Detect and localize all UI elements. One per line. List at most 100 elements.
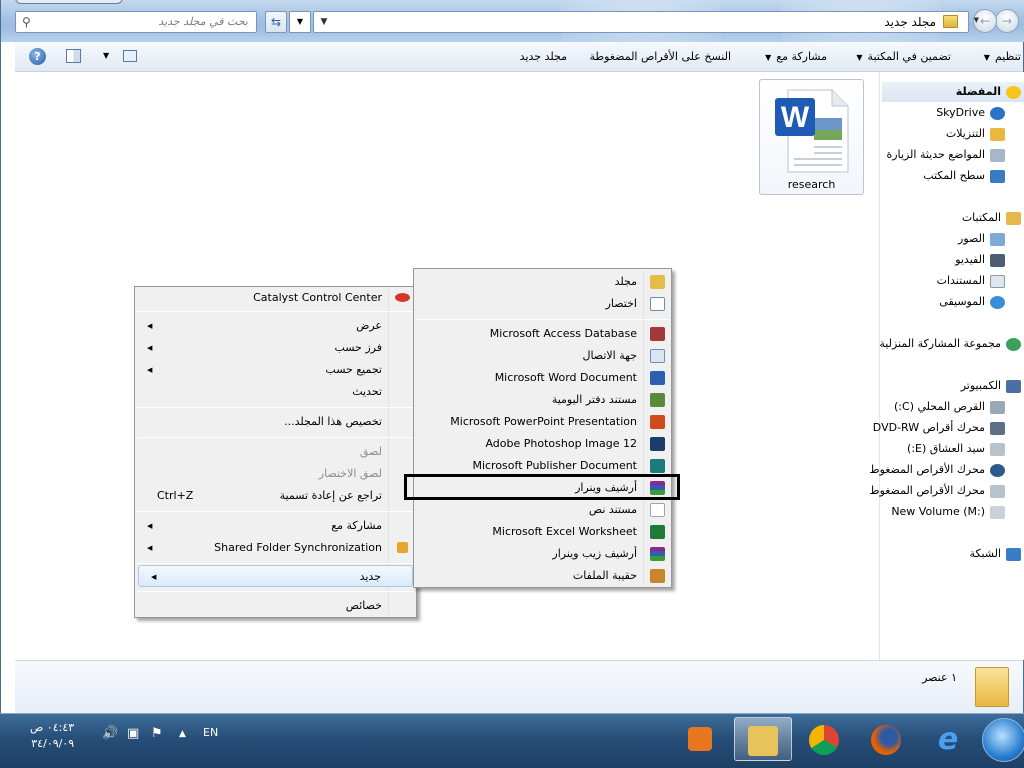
file-item-research[interactable]: W research <box>759 79 864 195</box>
menu-item-new[interactable]: جديد ◀ <box>138 565 413 587</box>
start-button[interactable] <box>982 718 1024 762</box>
menu-item-customize-folder[interactable]: تخصيص هذا المجلد... <box>135 411 416 433</box>
nav-local-disk[interactable]: القرص المحلي (C:) <box>894 398 1005 416</box>
address-path[interactable]: مجلد جديد <box>884 15 936 29</box>
recent-pages-dropdown[interactable]: ▼ <box>974 16 979 24</box>
search-icon[interactable]: ⚲ <box>22 15 31 29</box>
word-icon <box>650 371 665 385</box>
menu-item-paste[interactable]: لصق <box>135 441 416 463</box>
menu-item-group-by[interactable]: تجميع حسب ◀ <box>135 359 416 381</box>
nav-dvd-rw[interactable]: محرك أقراص DVD-RW <box>873 419 1005 437</box>
nav-network[interactable]: الشبكة <box>969 545 1021 563</box>
menu-item-properties[interactable]: خصائص <box>135 595 416 617</box>
address-bar[interactable]: ▼ مجلد جديد <box>313 11 969 33</box>
organize-button[interactable]: تنظيم ▼ <box>984 50 1021 63</box>
new-photoshop-item[interactable]: Adobe Photoshop Image 12 <box>414 433 671 455</box>
nav-documents-label: المستندات <box>936 274 985 287</box>
volume-icon[interactable]: 🔊 <box>102 726 118 741</box>
nav-computer[interactable]: الكمبيوتر <box>961 377 1021 395</box>
nav-skydrive[interactable]: SkyDrive <box>936 104 1005 122</box>
taskbar-internet-explorer[interactable]: e <box>920 717 976 761</box>
action-center-flag-icon[interactable]: ⚑ <box>151 726 163 741</box>
window-controls[interactable] <box>15 0 123 4</box>
show-hidden-icons-icon[interactable]: ▲ <box>179 729 186 739</box>
taskbar-firefox[interactable] <box>858 717 914 761</box>
network-tray-icon[interactable]: ▣ <box>127 726 139 741</box>
menu-item-label: جديد <box>359 570 381 583</box>
new-contact-item[interactable]: جهة الاتصال <box>414 345 671 367</box>
menu-item-sort-by[interactable]: فرز حسب ◀ <box>135 337 416 359</box>
new-folder-button[interactable]: مجلد جديد <box>520 50 567 63</box>
nav-downloads-label: التنزيلات <box>945 127 985 140</box>
nav-pictures[interactable]: الصور <box>958 230 1005 248</box>
nav-homegroup[interactable]: مجموعة المشاركة المنزلية <box>879 335 1021 353</box>
nav-cd-drive-1-label: محرك الأقراص المضغوط <box>869 463 985 476</box>
menu-item-share-with[interactable]: مشاركة مع ◀ <box>135 515 416 537</box>
taskbar-chrome[interactable] <box>796 717 852 761</box>
new-word-doc-item[interactable]: Microsoft Word Document <box>414 367 671 389</box>
new-access-db-item[interactable]: Microsoft Access Database <box>414 323 671 345</box>
share-with-button[interactable]: مشاركة مع ▼ <box>765 50 827 63</box>
dvd-drive-icon <box>990 421 1005 435</box>
new-journal-item[interactable]: مستند دفتر اليومية <box>414 389 671 411</box>
nav-favorites[interactable]: المفضلة <box>956 83 1021 101</box>
burn-button[interactable]: النسخ على الأقراص المضغوطة <box>590 50 731 63</box>
nav-drive-e[interactable]: سيد العشاق (E:) <box>907 440 1005 458</box>
include-in-library-button[interactable]: تضمين في المكتبة ▼ <box>856 50 951 63</box>
new-text-doc-item[interactable]: مستند نص <box>414 499 671 521</box>
taskbar-media-player[interactable] <box>672 717 728 761</box>
desktop-icon <box>990 169 1005 183</box>
back-button[interactable]: → <box>995 9 1019 33</box>
nav-cd-drive-1[interactable]: محرك الأقراص المضغوط <box>869 461 1005 479</box>
menu-item-catalyst[interactable]: Catalyst Control Center <box>135 287 416 309</box>
view-menu-dropdown-icon[interactable]: ▼ <box>103 51 109 60</box>
nav-favorites-label: المفضلة <box>955 85 1001 98</box>
search-input[interactable]: بحث في مجلد جديد ⚲ <box>15 11 257 33</box>
clock-time: ٠٤:٤٣ ص <box>30 721 75 734</box>
menu-item-label: Shared Folder Synchronization <box>214 541 382 554</box>
clock[interactable]: ٠٤:٤٣ ص ٣٤/٠٩/٠٩ <box>30 720 74 752</box>
preview-pane-icon[interactable] <box>66 49 81 63</box>
nav-local-disk-label: القرص المحلي (C:) <box>894 400 985 413</box>
nav-downloads[interactable]: التنزيلات <box>946 125 1005 143</box>
menu-item-label: لصق الاختصار <box>318 467 382 480</box>
taskbar-explorer[interactable] <box>734 717 792 761</box>
nav-documents[interactable]: المستندات <box>937 272 1005 290</box>
menu-item-shared-folder-sync[interactable]: Shared Folder Synchronization ◀ <box>135 537 416 559</box>
nav-recent-places[interactable]: المواضع حديثة الزيارة <box>886 146 1005 164</box>
star-icon <box>1006 85 1021 99</box>
new-excel-item[interactable]: Microsoft Excel Worksheet <box>414 521 671 543</box>
help-icon[interactable]: ? <box>29 48 46 65</box>
include-label: تضمين في المكتبة <box>867 50 951 63</box>
videos-icon <box>990 253 1005 267</box>
change-view-icon[interactable] <box>123 50 137 62</box>
new-powerpoint-item[interactable]: Microsoft PowerPoint Presentation <box>414 411 671 433</box>
menu-item-label: Microsoft Word Document <box>494 371 637 384</box>
new-folder-item[interactable]: مجلد <box>414 271 671 293</box>
refresh-button[interactable]: ⇆ <box>265 11 287 33</box>
language-indicator[interactable]: EN <box>203 726 218 739</box>
menu-item-refresh[interactable]: تحديث <box>135 381 416 403</box>
menu-item-paste-shortcut[interactable]: لصق الاختصار <box>135 463 416 485</box>
nav-new-volume[interactable]: New Volume (M:) <box>891 503 1005 521</box>
new-shortcut-item[interactable]: اختصار <box>414 293 671 315</box>
address-dropdown-icon[interactable]: ▼ <box>316 12 332 32</box>
menu-item-undo-rename[interactable]: تراجع عن إعادة تسمية Ctrl+Z <box>135 485 416 507</box>
nav-videos[interactable]: الفيديو <box>955 251 1005 269</box>
powerpoint-icon <box>650 415 665 429</box>
nav-music-label: الموسيقى <box>939 295 985 308</box>
new-winrar-zip-item[interactable]: أرشيف زيب وينرار <box>414 543 671 565</box>
history-dropdown-icon[interactable]: ▼ <box>289 11 311 33</box>
submenu-arrow-icon: ◀ <box>147 344 153 352</box>
submenu-arrow-icon: ◀ <box>147 366 153 374</box>
nav-libraries[interactable]: المكتبات <box>962 209 1021 227</box>
menu-item-view[interactable]: عرض ◀ <box>135 315 416 337</box>
downloads-folder-icon <box>990 127 1005 141</box>
nav-cd-drive-2[interactable]: محرك الأقراص المضغوط <box>869 482 1005 500</box>
drive-icon <box>990 442 1005 456</box>
nav-music[interactable]: الموسيقى <box>939 293 1005 311</box>
clock-date: ٣٤/٠٩/٠٩ <box>31 737 75 750</box>
new-briefcase-item[interactable]: حقيبة الملفات <box>414 565 671 587</box>
nav-desktop[interactable]: سطح المكتب <box>923 167 1005 185</box>
text-document-icon <box>650 503 665 517</box>
